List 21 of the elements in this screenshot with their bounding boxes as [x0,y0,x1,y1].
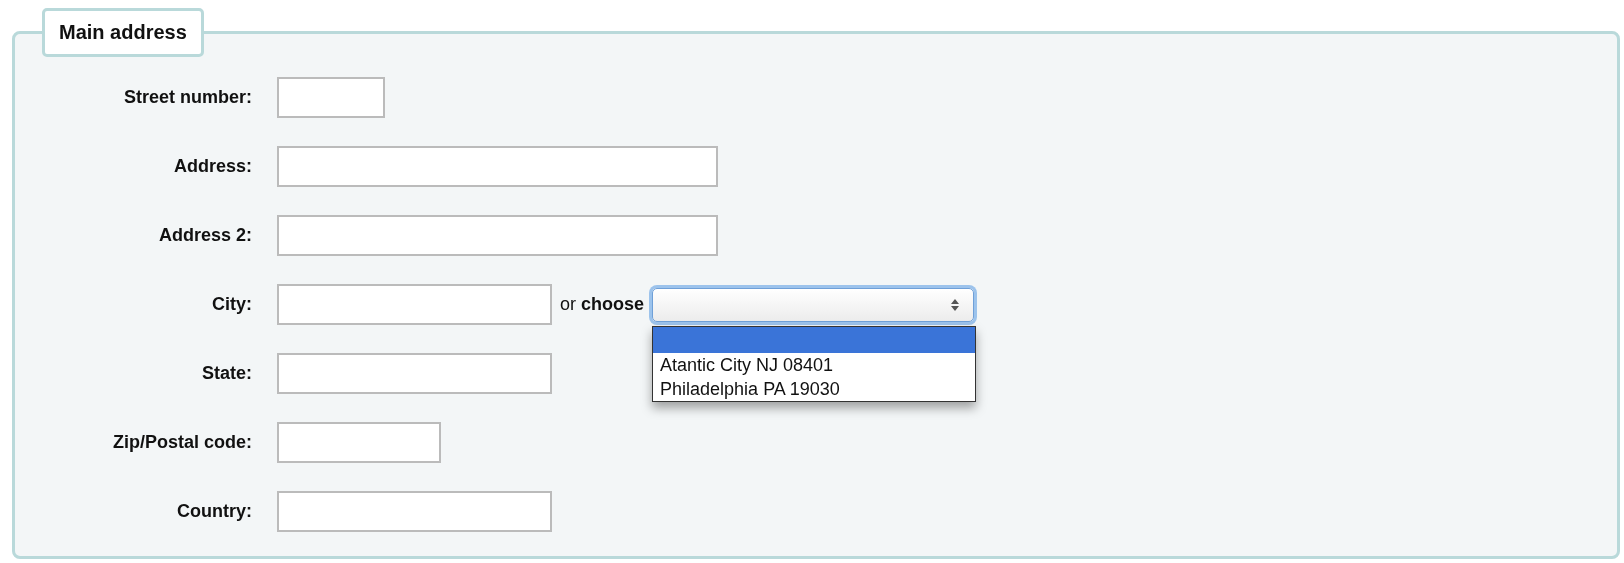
city-select[interactable] [652,287,975,322]
text-field[interactable] [277,353,552,394]
field-label: Zip/Postal code: [111,432,252,453]
section-legend: Main address [42,8,204,57]
field-label: City: [211,294,252,315]
text-field[interactable] [277,422,441,463]
field-label: State: [201,363,252,384]
text-field[interactable] [277,215,718,256]
field-label: Address 2: [157,225,252,246]
text-field[interactable] [277,284,552,325]
text-field[interactable] [277,491,552,532]
field-label: Country: [176,501,252,522]
blank-option[interactable] [653,326,976,353]
dropdown-option[interactable]: Philadelphia PA 19030 [653,376,976,401]
field-label: Street number: [122,87,252,108]
choose-label: or choose [560,294,645,315]
dropdown-option[interactable]: Atantic City NJ 08401 [653,352,976,377]
field-label: Address: [172,156,252,177]
text-field[interactable] [277,146,718,187]
text-field[interactable] [277,77,385,118]
updown-arrows-icon [951,298,960,311]
